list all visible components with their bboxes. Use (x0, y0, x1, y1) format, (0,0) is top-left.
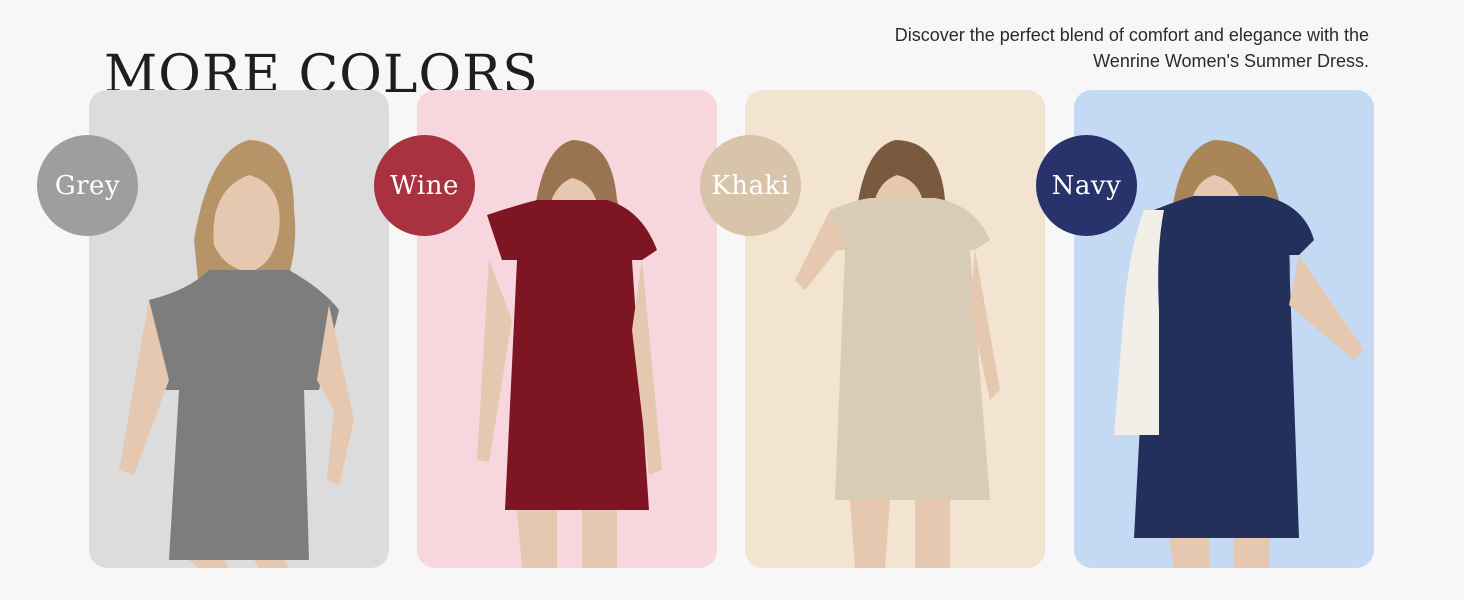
color-badge-navy[interactable]: Navy (1036, 135, 1137, 236)
color-badge-khaki[interactable]: Khaki (700, 135, 801, 236)
color-card-grey[interactable] (89, 90, 389, 568)
tagline: Discover the perfect blend of comfort an… (749, 22, 1369, 74)
color-label-grey: Grey (54, 170, 121, 201)
model-photo-grey (119, 140, 354, 568)
color-label-navy: Navy (1051, 170, 1122, 201)
color-label-wine: Wine (390, 170, 459, 201)
tagline-line-2: Wenrine Women's Summer Dress. (1093, 51, 1369, 71)
color-badge-wine[interactable]: Wine (374, 135, 475, 236)
tagline-line-1: Discover the perfect blend of comfort an… (894, 25, 1369, 45)
color-badge-grey[interactable]: Grey (37, 135, 138, 236)
color-label-khaki: Khaki (711, 170, 790, 201)
